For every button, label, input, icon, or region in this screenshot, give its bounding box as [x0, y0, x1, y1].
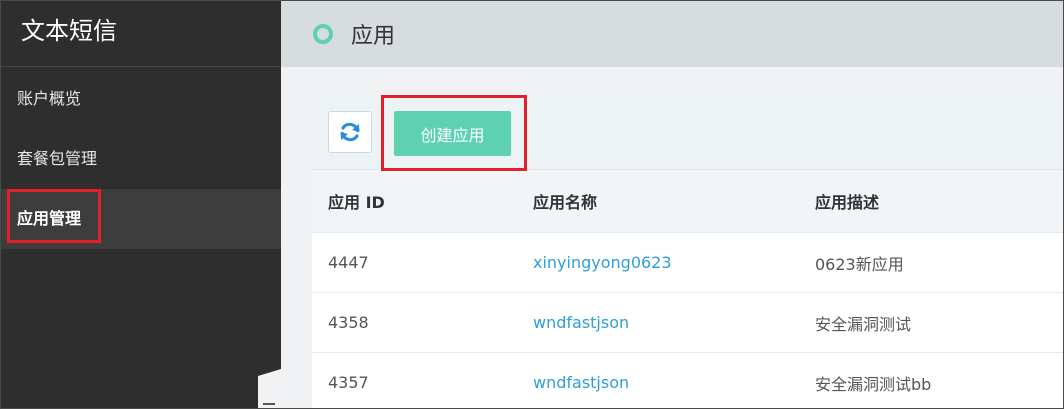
sidebar-item-package-management[interactable]: 套餐包管理 — [1, 129, 281, 189]
column-header-app-id: 应用 ID — [312, 170, 517, 233]
cell-app-desc: 安全漏洞测试 — [799, 292, 1063, 353]
page-title: 应用 — [351, 24, 396, 49]
sidebar-item-app-management[interactable]: 应用管理 — [1, 189, 281, 249]
brand-title: 文本短信 — [1, 1, 281, 67]
app-name-link[interactable]: xinyingyong0623 — [517, 232, 799, 293]
sidebar: 文本短信 账户概览 套餐包管理 应用管理 — [1, 1, 281, 408]
cell-app-desc: 0623新应用 — [799, 232, 1063, 293]
column-header-app-desc: 应用描述 — [799, 170, 1063, 233]
refresh-icon — [340, 122, 360, 142]
ring-icon — [313, 24, 333, 44]
app-name-link[interactable]: wndfastjson — [517, 352, 799, 408]
content-panel: 创建应用 应用 ID 应用名称 应用描述 4447 xinyingyong062… — [312, 95, 1063, 408]
cell-app-id: 4357 — [312, 352, 517, 408]
app-name-link[interactable]: wndfastjson — [517, 292, 799, 353]
table-row: 4358 wndfastjson 安全漏洞测试 — [312, 292, 1063, 353]
column-header-app-name: 应用名称 — [517, 170, 799, 233]
collapse-dash-icon — [263, 403, 275, 405]
toolbar: 创建应用 — [312, 95, 1063, 171]
cell-app-id: 4358 — [312, 292, 517, 353]
sidebar-item-account-overview[interactable]: 账户概览 — [1, 69, 281, 129]
table-row: 4447 xinyingyong0623 0623新应用 — [312, 232, 1063, 293]
create-app-button[interactable]: 创建应用 — [394, 111, 511, 156]
refresh-button[interactable] — [328, 111, 372, 153]
page-header: 应用 — [281, 1, 1063, 67]
cell-app-id: 4447 — [312, 232, 517, 293]
app-table: 应用 ID 应用名称 应用描述 4447 xinyingyong0623 062… — [312, 170, 1063, 408]
table-header-row: 应用 ID 应用名称 应用描述 — [312, 170, 1063, 233]
table-row: 4357 wndfastjson 安全漏洞测试bb — [312, 352, 1063, 408]
cell-app-desc: 安全漏洞测试bb — [799, 352, 1063, 408]
app-frame: 文本短信 账户概览 套餐包管理 应用管理 应用 创建应用 应用 ID 应用名称 … — [0, 0, 1064, 409]
